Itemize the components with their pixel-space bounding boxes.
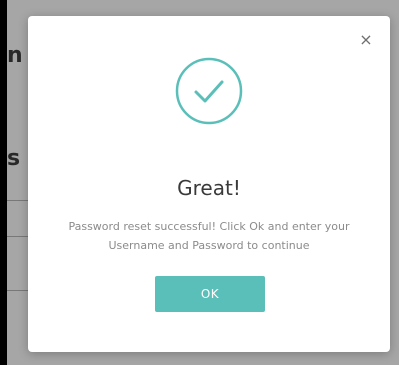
- ok-button[interactable]: OK: [155, 276, 265, 312]
- success-dialog: × Great! Password reset successful! Clic…: [28, 16, 390, 352]
- close-icon[interactable]: ×: [359, 30, 372, 49]
- dialog-message: Password reset successful! Click Ok and …: [58, 217, 360, 255]
- close-button[interactable]: ×: [358, 32, 374, 48]
- dialog-message-line: Password reset successful! Click Ok and …: [68, 220, 350, 233]
- ok-button-label: OK: [200, 287, 220, 301]
- dialog-message-line: Username and Password to continue: [108, 239, 310, 252]
- dialog-title: Great!: [177, 176, 241, 200]
- check-circle-icon: [175, 57, 243, 125]
